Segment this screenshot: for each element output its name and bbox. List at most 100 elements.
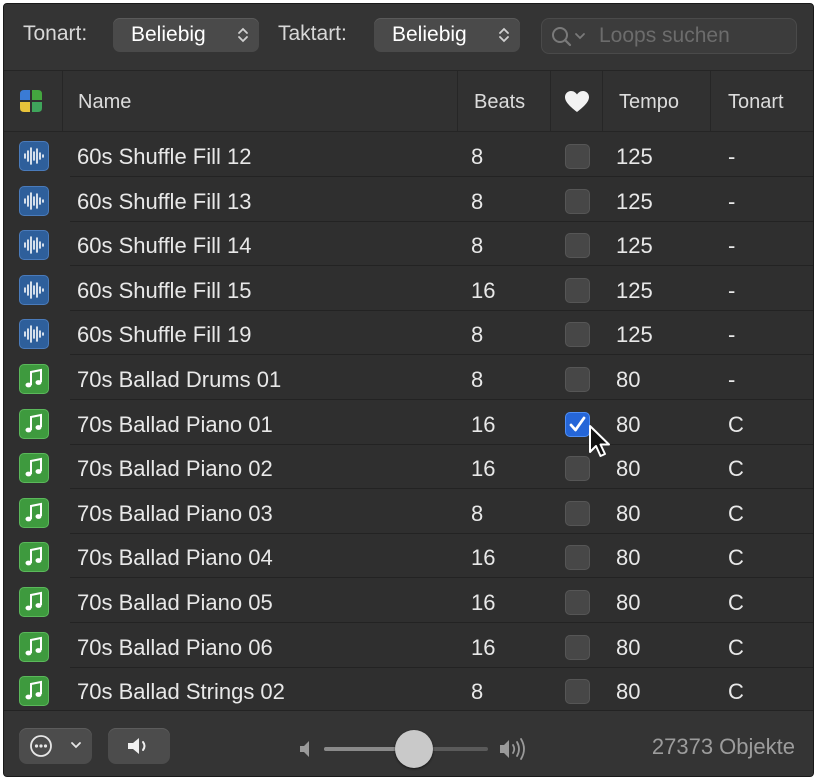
loop-beats: 8 [471,500,484,526]
beats-column-label: Beats [474,91,526,113]
loop-row[interactable]: 70s Ballad Piano 02 16 80 C [4,444,813,490]
preview-speaker-button[interactable] [108,728,170,764]
favorite-checkbox[interactable] [565,545,590,571]
midi-loop-icon [19,408,49,439]
favorite-column-header[interactable] [551,71,603,131]
loop-key: - [728,322,736,348]
loop-tempo: 125 [616,277,653,303]
search-icon[interactable] [550,25,594,47]
tempo-column-header[interactable]: Tempo [603,71,711,131]
music-note-icon [25,457,42,477]
loop-beats: 8 [471,188,484,214]
favorite-checkbox[interactable] [565,590,590,615]
loop-name: 70s Ballad Piano 02 [77,456,273,482]
loop-key: C [728,545,744,571]
loop-row[interactable]: 70s Ballad Piano 01 16 80 C [4,400,813,445]
loop-tempo: 80 [616,500,641,526]
loop-beats: 8 [471,322,484,348]
favorite-checkbox[interactable] [565,367,590,392]
loop-name: 70s Ballad Piano 06 [77,634,273,660]
loop-row[interactable]: 60s Shuffle Fill 13 8 125 - [4,177,813,222]
loop-search-field[interactable]: Loops suchen [541,18,797,54]
midi-loop-icon [19,542,49,573]
loop-list: 60s Shuffle Fill 12 8 125-60s Shuffle Fill… [4,132,813,713]
loop-tempo: 125 [616,322,653,348]
key-filter-popup[interactable]: Beliebig [113,18,259,52]
loop-name: 60s Shuffle Fill 12 [77,144,252,169]
loop-key: - [728,144,736,169]
loop-row[interactable]: 60s Shuffle Fill 14 8 125 - [4,221,813,267]
favorite-checkbox[interactable] [565,411,590,437]
favorite-checkbox[interactable] [565,456,590,482]
loop-row[interactable]: 70s Ballad Strings 02 8 80 C [4,667,813,713]
loop-key: C [728,456,744,482]
key-filter-value: Beliebig [131,23,206,46]
loop-row[interactable]: 70s Ballad Drums 01 8 80 - [4,355,813,400]
audio-loop-icon [19,230,49,261]
loop-tempo: 125 [616,144,653,169]
loop-key: C [728,679,744,705]
loop-browser-window: Tonart: Beliebig Taktart: Beliebig Loops… [3,3,814,777]
loop-tempo: 80 [616,634,641,660]
midi-loop-icon [19,364,49,394]
volume-slider-thumb[interactable] [395,730,434,768]
loop-type-column-header[interactable] [4,71,63,131]
midi-loop-icon [19,587,49,617]
loop-row[interactable]: 70s Ballad Piano 03 8 80 C [4,489,813,534]
tempo-column-label: Tempo [619,91,680,113]
loop-name: 70s Ballad Piano 05 [77,590,273,615]
music-note-icon [25,636,42,655]
loop-row[interactable]: 60s Shuffle Fill 19 8 125 - [4,310,813,356]
loop-beats: 8 [471,144,484,169]
loop-key: C [728,500,744,526]
loop-row[interactable]: 70s Ballad Piano 06 16 80 C [4,623,813,668]
options-menu-button[interactable] [19,728,92,764]
filter-bar: Tonart: Beliebig Taktart: Beliebig Loops… [4,4,813,71]
loop-tempo: 80 [616,367,641,392]
checkmark-icon [569,416,586,431]
loop-beats: 16 [471,277,496,303]
favorite-checkbox[interactable] [565,500,590,526]
loop-tempo: 80 [616,590,641,615]
name-column-label: Name [78,91,132,113]
ellipsis-circle-icon [30,735,81,757]
loop-name: 70s Ballad Strings 02 [77,679,285,705]
favorite-checkbox[interactable] [565,679,590,705]
four-color-grid-icon[interactable] [18,88,44,114]
time-signature-filter-label: Taktart: [278,22,347,45]
loop-row[interactable]: 70s Ballad Piano 04 16 80 C [4,533,813,579]
waveform-icon [24,236,44,254]
favorite-checkbox[interactable] [565,144,590,169]
loop-tempo: 80 [616,679,641,705]
heart-icon [565,91,589,112]
loop-name: 60s Shuffle Fill 19 [77,322,252,348]
favorite-checkbox[interactable] [565,233,590,259]
favorite-checkbox[interactable] [565,322,590,348]
loop-beats: 16 [471,456,496,482]
loop-name: 70s Ballad Drums 01 [77,367,282,392]
beats-column-header[interactable]: Beats [458,71,551,131]
loop-row[interactable]: 60s Shuffle Fill 15 16 125 - [4,266,813,311]
up-down-chevron-icon [499,27,509,43]
midi-loop-icon [19,631,49,662]
loop-row[interactable]: 70s Ballad Piano 05 16 80 C [4,578,813,623]
loop-key: C [728,634,744,660]
name-column-header[interactable]: Name [63,71,458,131]
speaker-icon [128,738,146,754]
favorite-checkbox[interactable] [565,188,590,214]
music-note-icon [25,502,42,522]
loop-beats: 16 [471,634,496,660]
loop-row[interactable]: 60s Shuffle Fill 12 8 125 - [4,132,813,177]
key-column-header[interactable]: Tonart [711,71,813,131]
waveform-icon [24,280,44,299]
time-signature-filter-popup[interactable]: Beliebig [374,18,520,52]
midi-loop-icon [19,676,49,707]
loop-name: 70s Ballad Piano 03 [77,500,273,526]
object-count: 27373 Objekte [651,734,795,759]
favorite-checkbox[interactable] [565,277,590,303]
waveform-icon [24,147,44,165]
loop-name: 70s Ballad Piano 04 [77,545,273,571]
loop-name: 60s Shuffle Fill 14 [77,233,252,259]
favorite-checkbox[interactable] [565,634,590,660]
search-placeholder: Loops suchen [599,24,730,47]
